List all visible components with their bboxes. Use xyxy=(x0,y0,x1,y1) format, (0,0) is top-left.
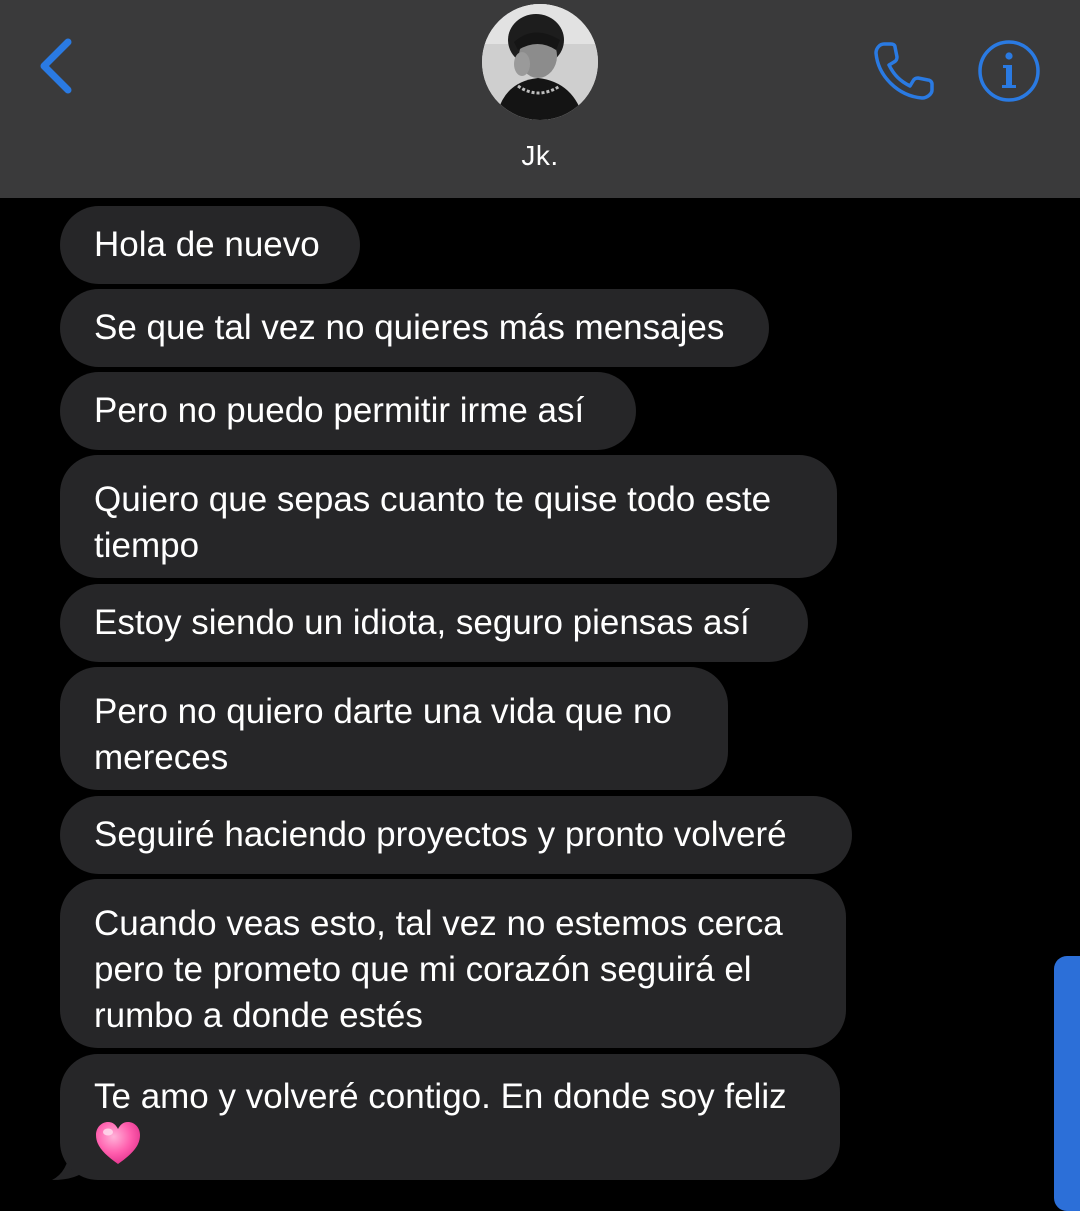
conversation-header: Jk. xyxy=(0,0,1080,198)
scrollbar[interactable] xyxy=(1054,956,1080,1211)
back-button[interactable] xyxy=(30,34,86,98)
message-bubble[interactable]: Seguiré haciendo proyectos y pronto volv… xyxy=(60,796,852,874)
message-bubble[interactable]: Pero no puedo permitir irme así xyxy=(60,372,636,450)
message-bubble[interactable]: Quiero que sepas cuanto te quise todo es… xyxy=(60,455,837,578)
message-text-line: Pero no quiero darte una vida que no xyxy=(94,692,672,731)
message-bubble[interactable]: Estoy siendo un idiota, seguro piensas a… xyxy=(60,584,808,662)
call-button[interactable] xyxy=(872,40,936,102)
info-button[interactable] xyxy=(976,38,1042,104)
message-bubble[interactable]: Pero no quiero darte una vida que no mer… xyxy=(60,667,728,790)
contact-avatar[interactable] xyxy=(482,4,598,120)
message-text: Seguiré haciendo proyectos y pronto volv… xyxy=(94,815,787,854)
message-bubble[interactable]: Hola de nuevo xyxy=(60,206,360,284)
message-bubble[interactable]: Se que tal vez no quieres más mensajes xyxy=(60,289,769,367)
message-text-line: Cuando veas esto, tal vez no estemos cer… xyxy=(94,904,783,943)
message-bubble[interactable]: Cuando veas esto, tal vez no estemos cer… xyxy=(60,879,846,1048)
message-text: Pero no puedo permitir irme así xyxy=(94,391,585,430)
message-text-line: Quiero que sepas cuanto te quise todo es… xyxy=(94,480,772,519)
contact-name[interactable]: Jk. xyxy=(0,140,1080,172)
info-icon xyxy=(978,40,1040,102)
message-text-line: tiempo xyxy=(94,526,200,565)
message-text: Se que tal vez no quieres más mensajes xyxy=(94,308,725,347)
message-text-line: Te amo y volveré contigo. En donde soy f… xyxy=(94,1077,787,1116)
phone-icon xyxy=(874,42,934,100)
message-text-line: pero te prometo que mi corazón seguirá e… xyxy=(94,950,752,989)
chevron-left-icon xyxy=(40,38,72,94)
pink-heart-icon xyxy=(94,1120,142,1178)
message-bubble[interactable]: Te amo y volveré contigo. En donde soy f… xyxy=(60,1054,840,1180)
message-text: Hola de nuevo xyxy=(94,225,320,264)
message-text-line: rumbo a donde estés xyxy=(94,996,423,1035)
avatar-photo xyxy=(482,4,598,120)
message-text-line: mereces xyxy=(94,738,229,777)
message-text: Estoy siendo un idiota, seguro piensas a… xyxy=(94,603,750,642)
